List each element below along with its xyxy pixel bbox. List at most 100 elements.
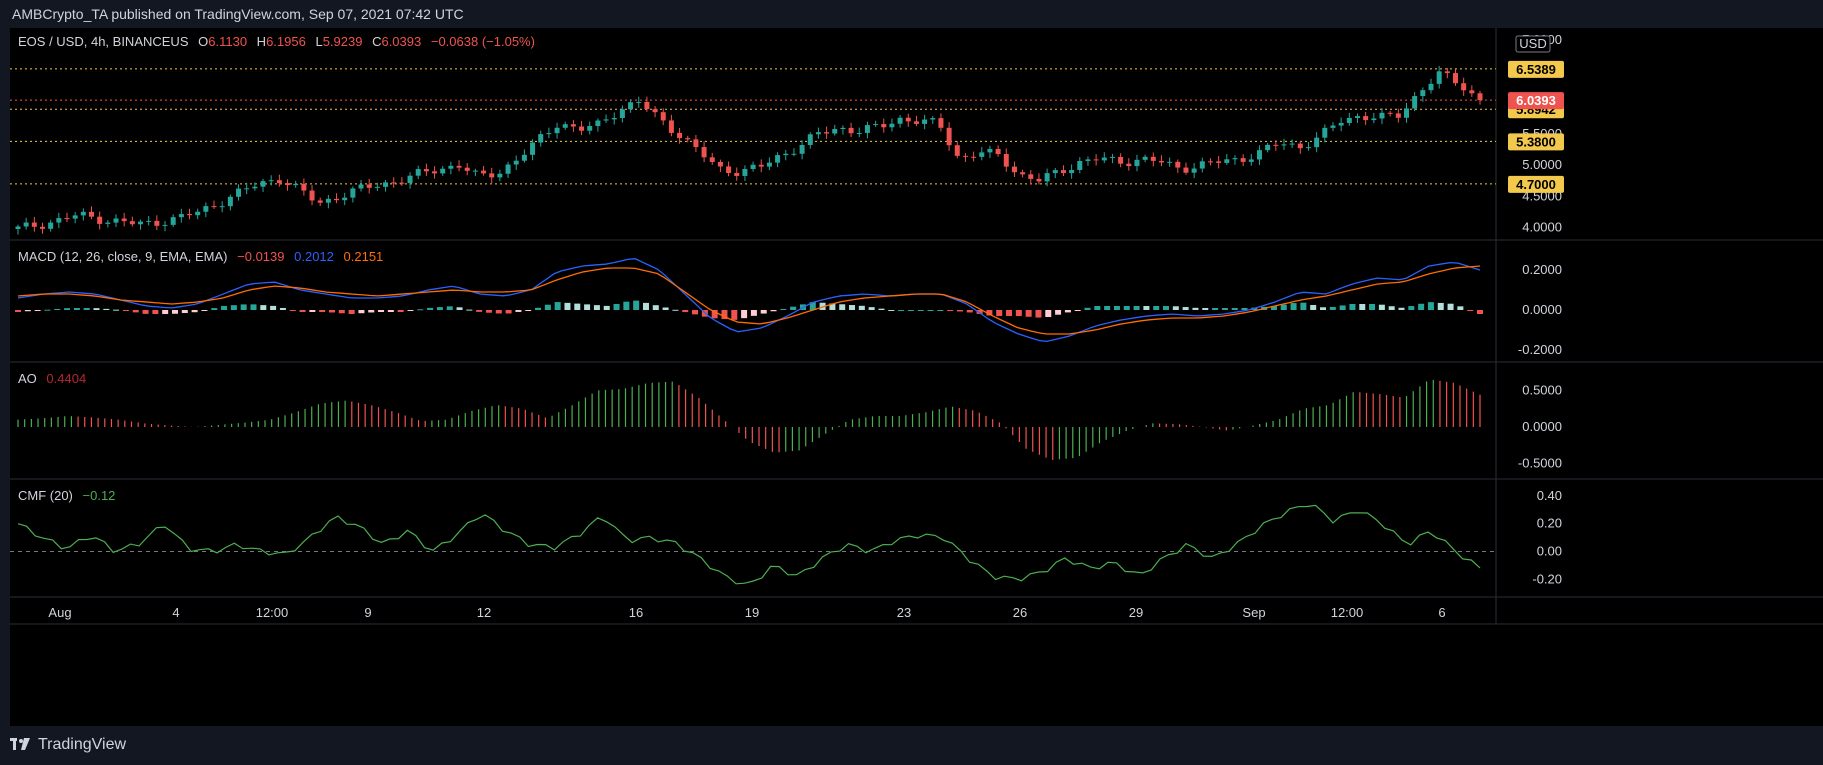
candle-body	[979, 152, 985, 157]
macd-histogram-bar	[417, 309, 424, 311]
candle-body	[1256, 150, 1262, 160]
macd-histogram-bar	[113, 309, 120, 311]
candle-body	[1011, 166, 1017, 173]
macd-histogram-bar	[907, 310, 914, 311]
x-tick-label: 12	[477, 605, 491, 620]
macd-histogram-bar	[1025, 310, 1032, 317]
footer-brand[interactable]: TradingView	[10, 736, 126, 754]
candle-body	[301, 183, 307, 191]
macd-histogram-bar	[1329, 306, 1336, 310]
candle-body	[1232, 158, 1238, 160]
chart-area[interactable]: 7.00006.50006.00005.50005.00004.50004.00…	[10, 28, 1823, 726]
symbol-label: EOS / USD, 4h, BINANCEUS	[18, 34, 189, 49]
candle-body	[595, 120, 601, 127]
macd-histogram-bar	[142, 310, 149, 314]
candle-body	[23, 222, 29, 227]
macd-histogram-bar	[368, 310, 375, 313]
macd-histogram-bar	[623, 301, 630, 310]
candle-body	[1403, 108, 1409, 118]
x-tick-label: 29	[1129, 605, 1143, 620]
candle-body	[1077, 161, 1083, 170]
x-tick-label: 12:00	[1331, 605, 1364, 620]
macd-histogram-bar	[1182, 307, 1189, 310]
candle-body	[513, 160, 519, 165]
macd-histogram-bar	[1035, 310, 1042, 318]
macd-histogram-bar	[672, 309, 679, 311]
candle-body	[824, 132, 830, 134]
macd-histogram-bar	[917, 310, 924, 311]
candle-body	[717, 161, 723, 167]
macd-histogram-bar	[456, 307, 463, 310]
candle-body	[146, 220, 152, 222]
candle-body	[448, 165, 454, 169]
macd-histogram-bar	[162, 310, 169, 314]
candle-body	[848, 127, 854, 134]
macd-histogram-bar	[731, 310, 738, 320]
candle-body	[636, 101, 642, 103]
macd-histogram-bar	[868, 307, 875, 310]
candle-body	[783, 153, 789, 156]
candle-body	[775, 155, 781, 163]
candle-body	[954, 145, 960, 156]
candle-body	[1199, 161, 1205, 169]
macd-signal-value: 0.2151	[343, 249, 384, 264]
candle-body	[750, 164, 756, 170]
macd-histogram-bar	[564, 302, 571, 310]
candle-body	[1093, 159, 1099, 161]
cmf-tick-label: 0.20	[1537, 516, 1562, 531]
macd-histogram-bar	[338, 310, 345, 314]
macd-histogram-bar	[839, 304, 846, 310]
candle-body	[1346, 117, 1352, 123]
cmf-legend: CMF (20) −0.12	[18, 488, 121, 503]
chart-canvas[interactable]: 7.00006.50006.00005.50005.00004.50004.00…	[10, 28, 1823, 726]
macd-histogram-bar	[603, 305, 610, 310]
candle-body	[15, 226, 21, 229]
candle-body	[1379, 112, 1385, 119]
macd-histogram-bar	[790, 306, 797, 310]
candle-body	[423, 169, 429, 172]
candle-body	[693, 139, 699, 148]
macd-tick-label: -0.2000	[1518, 342, 1562, 357]
candle-body	[1412, 96, 1418, 109]
macd-histogram-bar	[760, 310, 767, 314]
macd-histogram-bar	[780, 308, 787, 310]
candle-body	[334, 198, 340, 201]
macd-histogram-bar	[485, 310, 492, 313]
x-tick-label: Sep	[1242, 605, 1265, 620]
macd-histogram-bar	[15, 310, 21, 312]
candle-body	[864, 125, 870, 133]
candle-body	[138, 221, 144, 225]
candle-body	[807, 134, 813, 145]
macd-histogram-bar	[1477, 310, 1483, 314]
x-tick-label: 16	[629, 605, 643, 620]
macd-histogram-bar	[250, 304, 257, 310]
macd-histogram-bar	[956, 310, 963, 312]
macd-histogram-bar	[1192, 307, 1199, 310]
candle-body	[481, 170, 487, 174]
candle-body	[1297, 143, 1303, 149]
candle-body	[203, 206, 209, 212]
candle-body	[1265, 144, 1271, 151]
macd-histogram-bar	[1339, 305, 1346, 310]
macd-histogram-bar	[73, 308, 80, 310]
macd-histogram-bar	[937, 310, 944, 311]
cmf-value: −0.12	[82, 488, 116, 503]
candle-body	[758, 164, 764, 167]
candle-body	[399, 182, 405, 184]
candle-body	[930, 118, 936, 120]
x-tick-label: 19	[745, 605, 759, 620]
candle-body	[603, 119, 609, 121]
candle-body	[252, 186, 258, 189]
candle-body	[268, 180, 274, 182]
macd-value: 0.2012	[294, 249, 334, 264]
candle-body	[1052, 170, 1058, 174]
candle-body	[309, 190, 315, 201]
macd-histogram-bar	[446, 306, 453, 310]
macd-histogram-bar	[387, 310, 394, 312]
candle-body	[121, 218, 127, 222]
candle-body	[440, 168, 446, 174]
macd-histogram-bar	[947, 310, 954, 311]
candle-body	[1240, 158, 1246, 162]
candle-body	[489, 173, 495, 178]
macd-histogram-bar	[593, 305, 600, 310]
